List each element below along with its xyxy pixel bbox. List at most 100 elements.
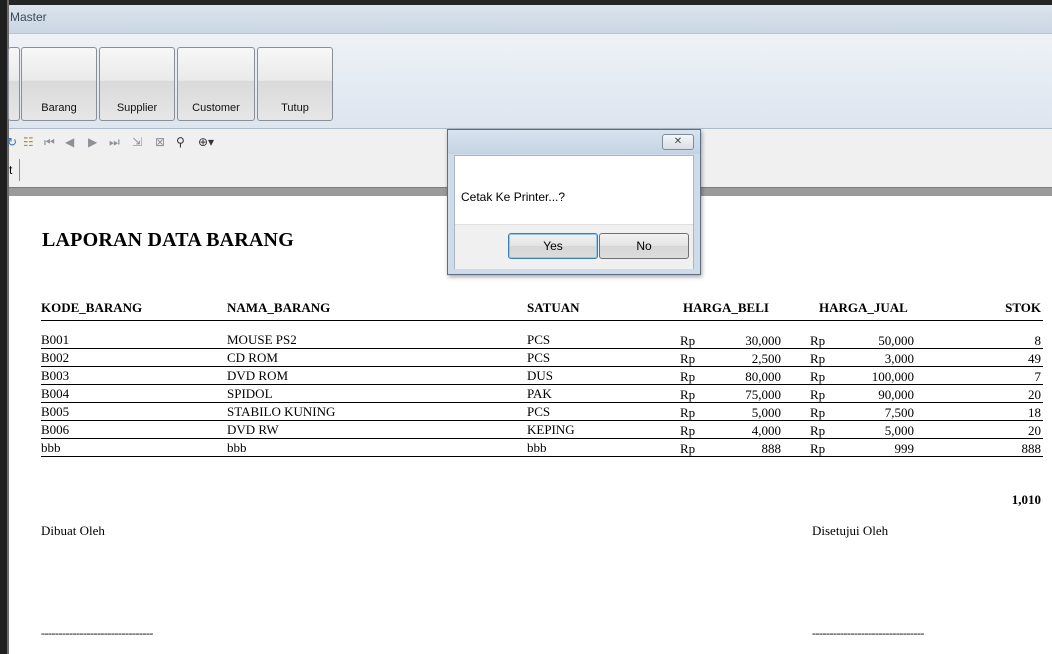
window-title: Master [10, 10, 47, 24]
cell-jual-currency: Rp [810, 369, 826, 384]
cell-satuan: PCS [527, 404, 551, 419]
dialog-footer: Yes No [455, 224, 693, 269]
cell-kode: B005 [41, 404, 70, 419]
cell-stok: 18 [1028, 405, 1041, 420]
cell-kode: B002 [41, 350, 70, 365]
cell-stok: 20 [1028, 423, 1041, 438]
cell-satuan: DUS [527, 368, 554, 383]
zoom-icon[interactable]: ⊕▾ [198, 135, 214, 149]
cell-nama: bbb [227, 440, 247, 455]
cell-satuan: KEPING [527, 422, 575, 437]
barang-button-label: Barang [41, 102, 77, 114]
cell-harga-beli: 888 [761, 441, 782, 456]
group-tree-icon[interactable]: ☷ [23, 135, 34, 149]
cell-stok: 20 [1028, 387, 1041, 402]
cell-beli-currency: Rp [680, 423, 696, 438]
cell-jual-currency: Rp [810, 333, 826, 348]
cell-kode: B004 [41, 386, 70, 401]
cell-harga-beli: 30,000 [745, 333, 781, 348]
table-row: B006 DVD RW KEPING Rp 4,000 Rp 5,000 20 [9, 421, 1052, 439]
col-header-stok: STOK [1005, 300, 1041, 315]
last-page-icon[interactable]: ⏭ [109, 135, 120, 149]
print-confirm-dialog: ✕ Cetak Ke Printer...? Yes No [447, 129, 701, 275]
cell-jual-currency: Rp [810, 423, 826, 438]
table-row: B002 CD ROM PCS Rp 2,500 Rp 3,000 49 [9, 349, 1052, 367]
cell-stok: 8 [1034, 333, 1042, 348]
cell-beli-currency: Rp [680, 333, 696, 348]
cell-beli-currency: Rp [680, 387, 696, 402]
no-button[interactable]: No [599, 233, 689, 259]
row-divider [41, 456, 1043, 457]
ribbon-button-partial[interactable] [8, 47, 20, 121]
approved-by-label: Disetujui Oleh [812, 523, 889, 538]
cell-nama: SPIDOL [227, 386, 273, 401]
table-row: B001 MOUSE PS2 PCS Rp 30,000 Rp 50,000 8 [9, 331, 1052, 349]
cell-harga-jual: 999 [894, 441, 915, 456]
col-header-satuan: SATUAN [527, 300, 580, 315]
col-header-nama: NAMA_BARANG [227, 300, 331, 315]
cell-kode: B001 [41, 332, 70, 347]
cell-nama: MOUSE PS2 [227, 332, 297, 347]
cell-stok: 49 [1028, 351, 1041, 366]
cell-harga-jual: 100,000 [871, 369, 914, 384]
customer-button[interactable]: Customer [177, 47, 255, 121]
cell-beli-currency: Rp [680, 351, 696, 366]
cell-harga-jual: 7,500 [884, 405, 914, 420]
cell-satuan: bbb [527, 440, 547, 455]
cell-beli-currency: Rp [680, 441, 696, 456]
table-row: B003 DVD ROM DUS Rp 80,000 Rp 100,000 7 [9, 367, 1052, 385]
cell-harga-jual: 90,000 [878, 387, 914, 402]
refresh-icon[interactable]: ↻ [7, 135, 17, 149]
ribbon: Barang Supplier Customer Tutup [8, 34, 1052, 129]
goto-page-icon[interactable]: ⇲ [132, 135, 142, 149]
cell-beli-currency: Rp [680, 369, 696, 384]
next-page-icon[interactable]: ▶ [88, 135, 97, 149]
dialog-title-bar: ✕ [448, 130, 700, 154]
supplier-button-label: Supplier [116, 102, 158, 114]
barang-button[interactable]: Barang [21, 47, 97, 121]
cell-satuan: PCS [527, 332, 551, 347]
cell-satuan: PCS [527, 350, 551, 365]
close-icon: ✕ [673, 136, 683, 147]
cell-harga-jual: 5,000 [884, 423, 914, 438]
prev-page-icon[interactable]: ◀ [65, 135, 74, 149]
cell-jual-currency: Rp [810, 441, 826, 456]
header-divider [41, 320, 1043, 321]
cell-nama: DVD ROM [227, 368, 289, 383]
stop-icon[interactable]: ⊠ [155, 135, 165, 149]
signature-line-left: -------------------------------- [41, 626, 153, 640]
find-icon[interactable]: ⚲ [176, 135, 185, 149]
tutup-button-label: Tutup [281, 102, 309, 114]
cell-harga-beli: 5,000 [751, 405, 781, 420]
cell-jual-currency: Rp [810, 351, 826, 366]
cell-harga-jual: 50,000 [878, 333, 914, 348]
cell-harga-beli: 75,000 [745, 387, 781, 402]
cell-kode: bbb [41, 440, 61, 455]
cell-satuan: PAK [527, 386, 552, 401]
cell-stok: 888 [1021, 441, 1042, 456]
cell-harga-beli: 80,000 [745, 369, 781, 384]
dialog-close-button[interactable]: ✕ [662, 134, 694, 150]
cell-nama: DVD RW [227, 422, 279, 437]
signature-line-right: -------------------------------- [812, 626, 924, 640]
col-header-harga-beli: HARGA_BELI [683, 300, 769, 315]
cell-nama: STABILO KUNING [227, 404, 336, 419]
title-bar: Master [9, 5, 1052, 34]
tutup-button[interactable]: Tutup [257, 47, 333, 121]
cell-nama: CD ROM [227, 350, 278, 365]
yes-button[interactable]: Yes [508, 233, 598, 259]
table-row: B005 STABILO KUNING PCS Rp 5,000 Rp 7,500 18 [9, 403, 1052, 421]
col-header-harga-jual: HARGA_JUAL [819, 300, 908, 315]
table-row: B004 SPIDOL PAK Rp 75,000 Rp 90,000 20 [9, 385, 1052, 403]
page-number-field[interactable]: t [9, 159, 20, 181]
supplier-button[interactable]: Supplier [99, 47, 175, 121]
cell-harga-beli: 4,000 [751, 423, 781, 438]
cell-harga-jual: 3,000 [884, 351, 914, 366]
cell-kode: B006 [41, 422, 70, 437]
first-page-icon[interactable]: ⏮ [44, 135, 55, 149]
cell-beli-currency: Rp [680, 405, 696, 420]
col-header-kode: KODE_BARANG [41, 300, 143, 315]
cell-kode: B003 [41, 368, 70, 383]
dialog-body: Cetak Ke Printer...? Yes No [454, 155, 694, 269]
cell-stok: 7 [1034, 369, 1042, 384]
